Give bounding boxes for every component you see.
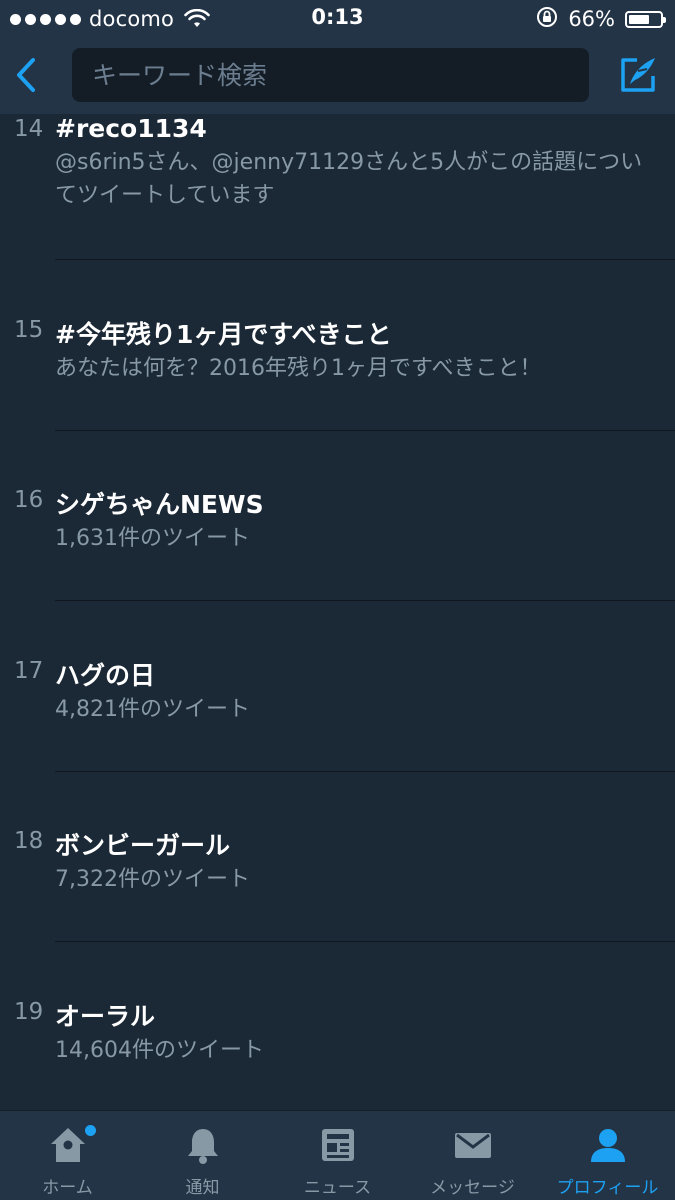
trend-name: #reco1134 (55, 114, 207, 143)
compose-button[interactable] (615, 52, 661, 98)
chevron-left-icon (17, 58, 35, 92)
tab-label: プロフィール (556, 1178, 659, 1198)
battery-percent: 66% (568, 7, 615, 31)
search-box[interactable] (72, 48, 589, 102)
trend-name: ボンビーガール (55, 831, 231, 860)
trend-name: シゲちゃんNEWS (55, 490, 264, 519)
home-notification-dot (85, 1125, 96, 1136)
trend-rank: 18 (14, 828, 44, 854)
status-bar: docomo 0:13 66% (0, 0, 675, 38)
trend-description: 14,604件のツイート (55, 1038, 264, 1063)
tab-home[interactable]: ホーム (0, 1111, 135, 1200)
trend-rank: 16 (14, 487, 44, 513)
twitter-trends-screen: docomo 0:13 66% キーワード検索 14 #reco1134 @s6… (0, 0, 675, 1200)
search-input[interactable] (90, 59, 589, 91)
back-button[interactable] (8, 52, 44, 98)
trend-rank: 17 (14, 658, 44, 684)
compose-tweet-icon (621, 58, 655, 92)
home-icon (48, 1125, 88, 1165)
battery-icon (625, 10, 666, 28)
trend-rank: 14 (14, 116, 44, 142)
tab-profile[interactable]: プロフィール (540, 1111, 675, 1200)
trend-item[interactable]: 15 #今年残り1ヶ月ですべきこと あなたは何を？2016年残り1ヶ月ですべきこ… (0, 260, 675, 431)
tab-label: ホーム (42, 1178, 93, 1198)
trend-item[interactable]: 17 ハグの日 4,821件のツイート (0, 601, 675, 772)
tab-bar: ホーム 通知 ニュース メッセージ プロフィール (0, 1110, 675, 1200)
trend-description: @s6rin5さん、@jenny71129さんと5人がこの話題についてツイートし… (55, 150, 643, 208)
tab-messages[interactable]: メッセージ (405, 1111, 540, 1200)
tab-news[interactable]: ニュース (270, 1111, 405, 1200)
trend-description: 7,322件のツイート (55, 867, 250, 892)
trend-description: 1,631件のツイート (55, 526, 250, 551)
tab-label: メッセージ (430, 1178, 515, 1198)
orientation-lock-icon (536, 6, 558, 32)
bell-icon (183, 1125, 223, 1165)
search-nav-bar (0, 38, 675, 114)
tab-label: 通知 (185, 1178, 220, 1198)
trend-name: ハグの日 (55, 661, 156, 690)
trend-description: あなたは何を？2016年残り1ヶ月ですべきこと！ (55, 356, 542, 381)
envelope-icon (453, 1125, 493, 1165)
trend-rank: 15 (14, 317, 44, 343)
trend-item[interactable]: 18 ボンビーガール 7,322件のツイート (0, 772, 675, 942)
trend-item[interactable]: 14 #reco1134 @s6rin5さん、@jenny71129さんと5人が… (0, 114, 675, 260)
person-icon (588, 1125, 628, 1165)
trend-name: #今年残り1ヶ月ですべきこと (55, 320, 392, 349)
tab-label: ニュース (303, 1178, 372, 1198)
trend-item[interactable]: 16 シゲちゃんNEWS 1,631件のツイート (0, 431, 675, 601)
trend-description: 4,821件のツイート (55, 697, 250, 722)
trend-rank: 19 (14, 999, 44, 1025)
trend-item[interactable]: 19 オーラル 14,604件のツイート (0, 942, 675, 1092)
tab-notifications[interactable]: 通知 (135, 1111, 270, 1200)
trends-list: 14 #reco1134 @s6rin5さん、@jenny71129さんと5人が… (0, 114, 675, 1092)
news-icon (318, 1125, 358, 1165)
trend-name: オーラル (55, 1002, 156, 1031)
battery-level-fill (629, 14, 649, 24)
status-right: 66% (536, 6, 666, 32)
